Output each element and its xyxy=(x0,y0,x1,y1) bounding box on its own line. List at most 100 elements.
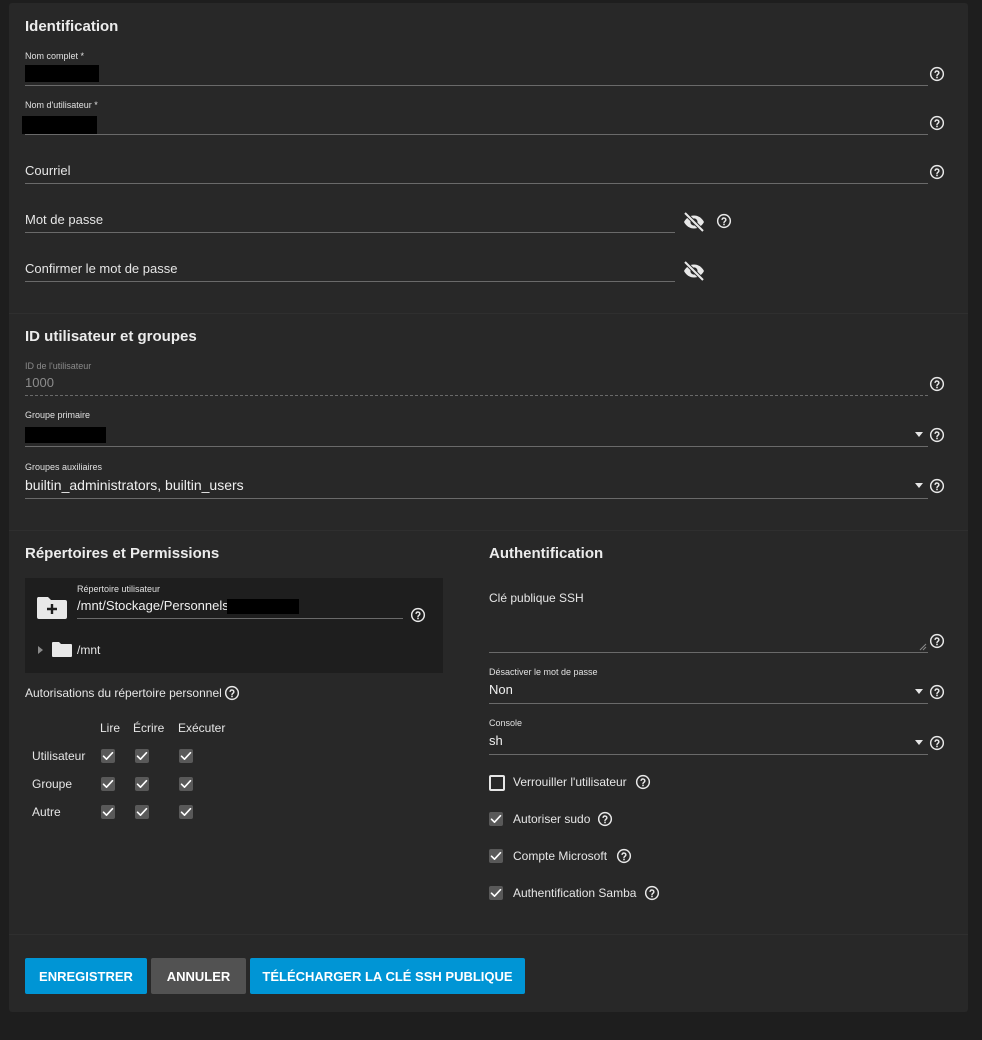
uid-label: ID de l'utilisateur xyxy=(25,361,92,371)
perm-other-read-checkbox[interactable] xyxy=(101,805,115,819)
perm-row-other: Autre xyxy=(32,805,61,819)
divider xyxy=(9,313,968,314)
section-title-identification: Identification xyxy=(25,18,119,35)
disable-password-label: Désactiver le mot de passe xyxy=(489,667,598,677)
caret-down-icon[interactable] xyxy=(915,740,923,745)
section-title-directories: Répertoires et Permissions xyxy=(25,545,220,562)
disable-password-value[interactable]: Non xyxy=(489,682,513,697)
perm-user-read-checkbox[interactable] xyxy=(101,749,115,763)
microsoft-account-checkbox[interactable] xyxy=(489,849,503,863)
save-button[interactable]: Enregistrer xyxy=(25,958,147,994)
section-title-authentication: Authentification xyxy=(489,545,604,562)
perm-col-write: Écrire xyxy=(133,721,165,735)
check-icon xyxy=(102,750,114,762)
shell-label: Console xyxy=(489,718,523,728)
help-icon[interactable] xyxy=(929,66,945,82)
eye-off-icon[interactable] xyxy=(682,259,706,283)
download-ssh-key-button[interactable]: Télécharger la clé SSH publique xyxy=(250,958,525,994)
password-field[interactable] xyxy=(25,232,675,233)
help-icon[interactable] xyxy=(929,376,945,392)
allow-sudo-label[interactable]: Autoriser sudo xyxy=(513,812,590,826)
username-field[interactable] xyxy=(25,134,928,135)
perm-group-execute-checkbox[interactable] xyxy=(179,777,193,791)
perm-user-write-checkbox[interactable] xyxy=(135,749,149,763)
lock-user-checkbox[interactable] xyxy=(489,775,505,791)
help-icon[interactable] xyxy=(929,427,945,443)
samba-auth-label[interactable]: Authentification Samba xyxy=(513,886,636,900)
folder-icon[interactable] xyxy=(51,641,73,658)
aux-groups-value[interactable]: builtin_administrators, builtin_users xyxy=(25,477,244,493)
help-icon[interactable] xyxy=(929,478,945,494)
folder-plus-icon[interactable] xyxy=(36,593,68,620)
primary-group-label: Groupe primaire xyxy=(25,410,91,420)
caret-down-icon[interactable] xyxy=(915,689,923,694)
home-dir-field[interactable] xyxy=(77,618,403,619)
home-dir-value[interactable]: /mnt/Stockage/Personnels/ xyxy=(77,598,232,613)
perm-other-execute-checkbox[interactable] xyxy=(179,805,193,819)
full-name-value-redacted[interactable] xyxy=(25,65,99,82)
full-name-label: Nom complet * xyxy=(25,51,85,61)
help-icon[interactable] xyxy=(929,633,945,649)
divider xyxy=(9,530,968,531)
resize-handle-icon[interactable] xyxy=(919,643,927,651)
ssh-key-placeholder[interactable]: Clé publique SSH xyxy=(489,591,584,605)
home-dir-value-redacted[interactable] xyxy=(227,599,299,614)
primary-group-value-redacted[interactable] xyxy=(25,427,106,443)
help-icon[interactable] xyxy=(644,885,660,901)
perm-col-read: Lire xyxy=(100,721,121,735)
check-icon xyxy=(490,850,502,862)
check-icon xyxy=(102,806,114,818)
perm-group-write-checkbox[interactable] xyxy=(135,777,149,791)
help-icon[interactable] xyxy=(635,774,651,790)
help-icon[interactable] xyxy=(597,811,613,827)
confirm-password-placeholder[interactable]: Confirmer le mot de passe xyxy=(25,261,177,276)
uid-field xyxy=(25,395,928,396)
perm-user-execute-checkbox[interactable] xyxy=(179,749,193,763)
help-icon[interactable] xyxy=(929,684,945,700)
check-icon xyxy=(136,806,148,818)
eye-off-icon[interactable] xyxy=(682,210,706,234)
aux-groups-label: Groupes auxiliaires xyxy=(25,462,103,472)
confirm-password-field[interactable] xyxy=(25,281,675,282)
perm-group-read-checkbox[interactable] xyxy=(101,777,115,791)
perm-other-write-checkbox[interactable] xyxy=(135,805,149,819)
primary-group-select[interactable] xyxy=(25,446,928,447)
samba-auth-checkbox[interactable] xyxy=(489,886,503,900)
home-dir-label: Répertoire utilisateur xyxy=(77,584,161,594)
username-value-redacted[interactable] xyxy=(22,116,97,134)
tree-node-mnt[interactable]: /mnt xyxy=(77,643,100,657)
check-icon xyxy=(136,778,148,790)
aux-groups-select[interactable] xyxy=(25,498,928,499)
username-label: Nom d'utilisateur * xyxy=(25,100,98,110)
help-icon[interactable] xyxy=(929,115,945,131)
check-icon xyxy=(180,806,192,818)
check-icon xyxy=(180,778,192,790)
email-field-placeholder[interactable]: Courriel xyxy=(25,163,71,178)
password-field-placeholder[interactable]: Mot de passe xyxy=(25,212,103,227)
caret-down-icon[interactable] xyxy=(915,483,923,488)
shell-select[interactable] xyxy=(489,754,928,755)
caret-right-icon[interactable] xyxy=(38,646,43,654)
home-perms-label: Autorisations du répertoire personnel xyxy=(25,686,222,700)
ssh-key-textarea[interactable] xyxy=(489,652,928,653)
check-icon xyxy=(136,750,148,762)
caret-down-icon[interactable] xyxy=(915,432,923,437)
cancel-button[interactable]: Annuler xyxy=(151,958,246,994)
microsoft-account-label[interactable]: Compte Microsoft xyxy=(513,849,607,863)
disable-password-select[interactable] xyxy=(489,703,928,704)
check-icon xyxy=(490,887,502,899)
help-icon[interactable] xyxy=(716,213,732,229)
section-title-ids-groups: ID utilisateur et groupes xyxy=(25,328,197,345)
help-icon[interactable] xyxy=(929,735,945,751)
help-icon[interactable] xyxy=(224,685,240,701)
full-name-field[interactable] xyxy=(25,85,928,86)
lock-user-label[interactable]: Verrouiller l'utilisateur xyxy=(513,775,627,789)
help-icon[interactable] xyxy=(616,848,632,864)
shell-value[interactable]: sh xyxy=(489,733,503,748)
allow-sudo-checkbox[interactable] xyxy=(489,812,503,826)
email-field[interactable] xyxy=(25,183,928,184)
help-icon[interactable] xyxy=(410,607,426,623)
help-icon[interactable] xyxy=(929,164,945,180)
check-icon xyxy=(180,750,192,762)
perm-col-execute: Exécuter xyxy=(178,721,226,735)
